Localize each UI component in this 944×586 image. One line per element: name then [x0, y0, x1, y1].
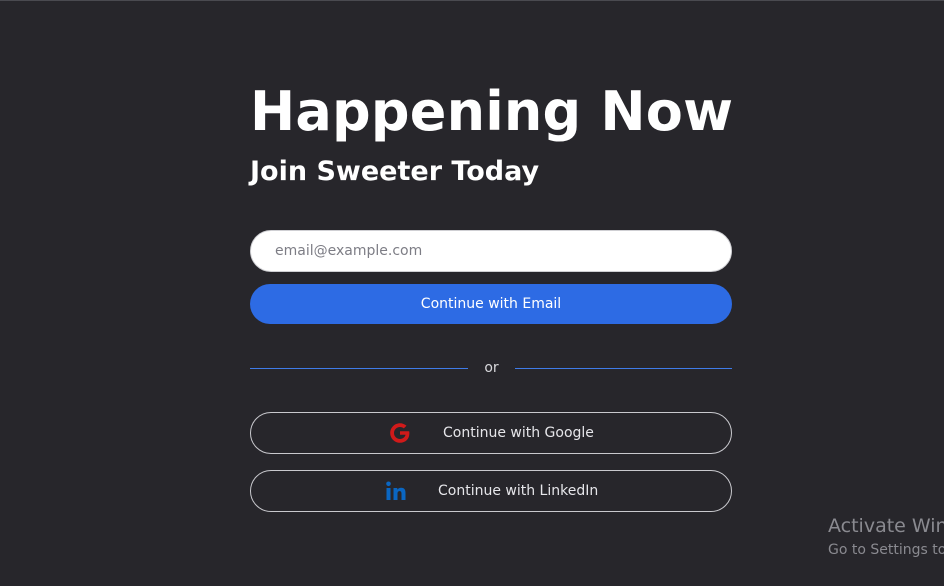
watermark-title: Activate Windows — [828, 515, 944, 537]
continue-with-email-button[interactable]: Continue with Email — [250, 284, 732, 324]
email-field[interactable] — [250, 230, 732, 272]
divider-label: or — [484, 360, 499, 376]
or-divider: or — [250, 359, 732, 377]
linkedin-button-label: Continue with LinkedIn — [438, 483, 599, 499]
divider-line-right — [515, 368, 732, 369]
continue-with-linkedin-button[interactable]: Continue with LinkedIn — [250, 470, 732, 512]
watermark-subtitle: Go to Settings to activate Windows. — [828, 542, 944, 558]
google-g-icon — [390, 423, 410, 443]
continue-with-google-button[interactable]: Continue with Google — [250, 412, 732, 454]
activate-windows-watermark: Activate Windows Go to Settings to activ… — [828, 513, 944, 560]
page-subtitle: Join Sweeter Today — [250, 156, 540, 187]
linkedin-in-icon — [386, 481, 406, 500]
divider-line-left — [250, 368, 468, 369]
signup-panel: Happening Now Join Sweeter Today Continu… — [250, 80, 734, 512]
app-window: Happening Now Join Sweeter Today Continu… — [0, 0, 944, 586]
google-button-label: Continue with Google — [443, 425, 594, 441]
page-title: Happening Now — [250, 80, 734, 143]
